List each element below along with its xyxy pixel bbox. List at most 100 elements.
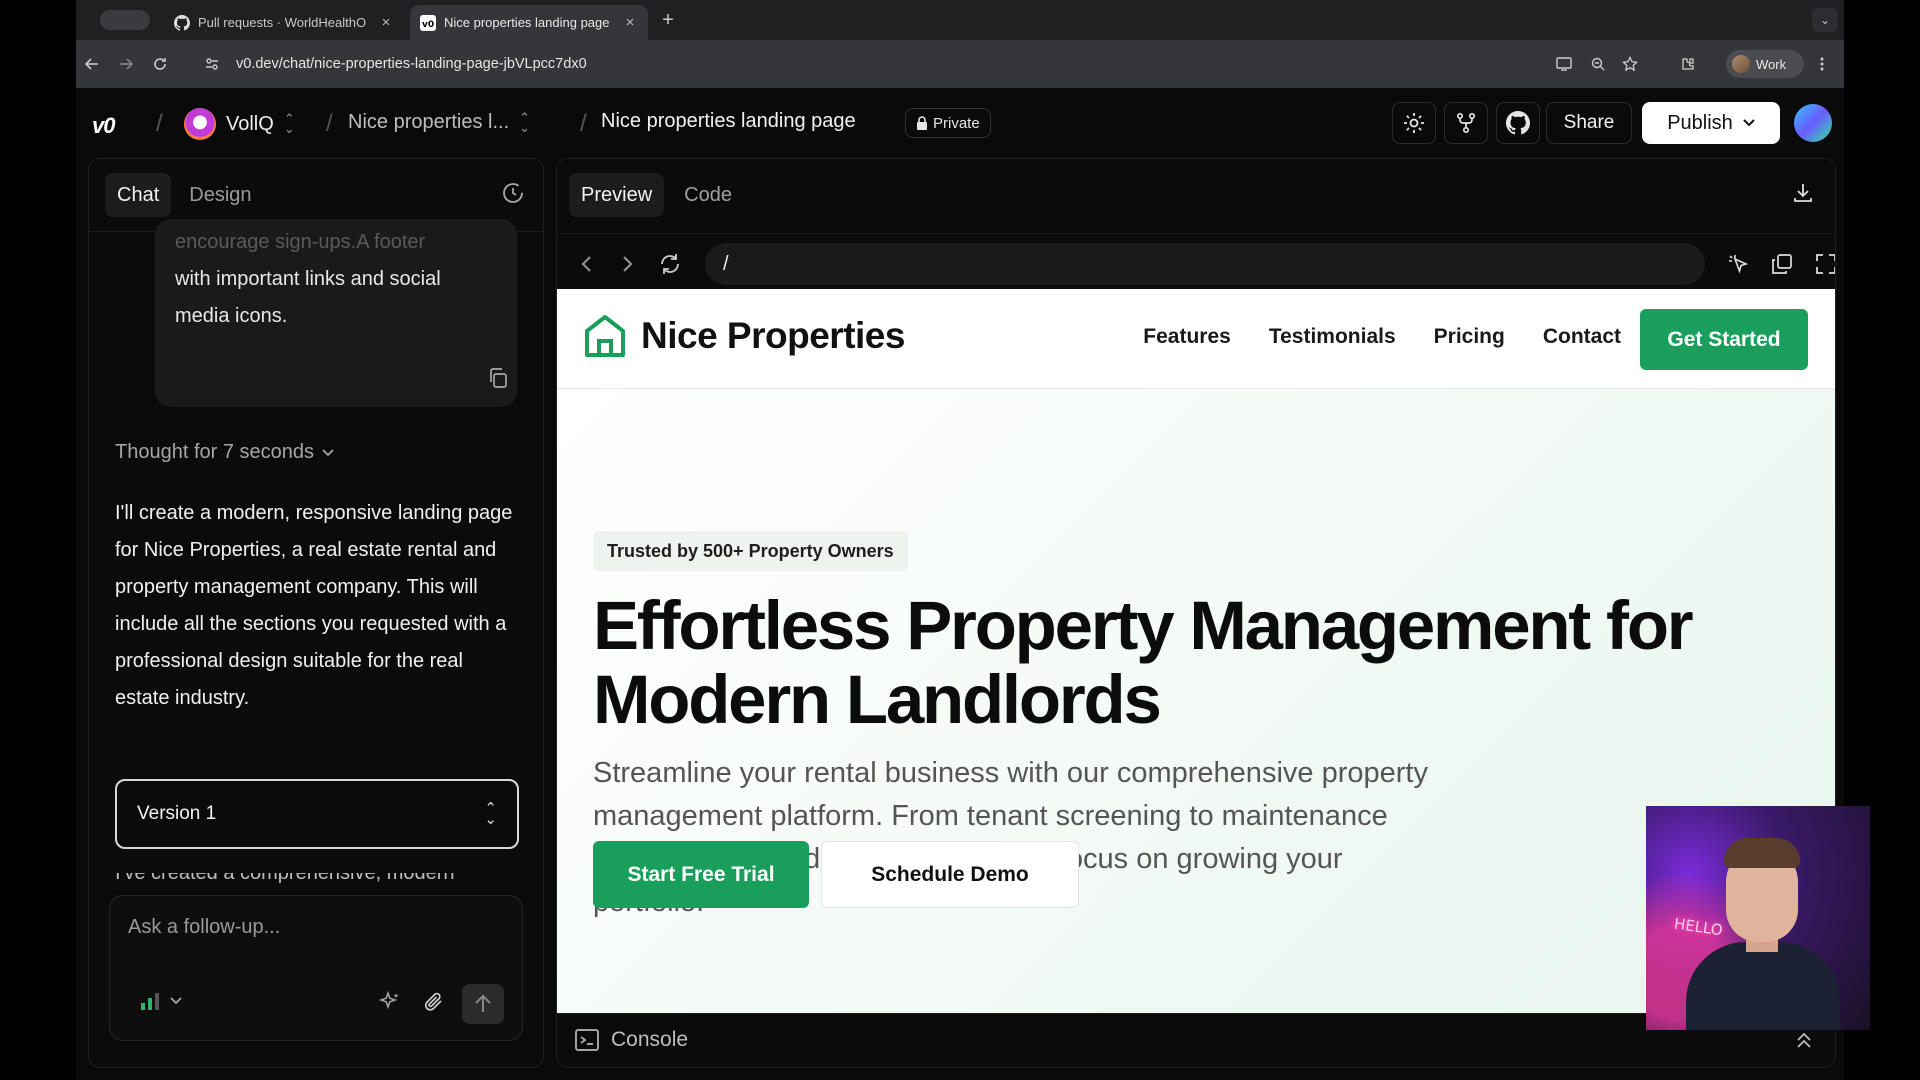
brand-name: Nice Properties (641, 315, 905, 356)
preview-forward-icon[interactable] (613, 249, 643, 279)
tab-search-button[interactable]: ⌄ (1812, 8, 1838, 32)
sparkle-icon[interactable] (372, 984, 408, 1020)
avatar (1732, 55, 1750, 73)
paperclip-icon[interactable] (416, 984, 452, 1020)
lock-icon (917, 116, 927, 130)
divider: / (580, 110, 587, 137)
divider: / (326, 110, 333, 137)
chevrons-up-icon[interactable] (1795, 1030, 1813, 1055)
console-bar[interactable]: Console (557, 1013, 1835, 1067)
publish-label: Publish (1667, 111, 1733, 134)
house-icon (585, 315, 625, 357)
version-select[interactable]: Version 1 ⌃ ⌄ (115, 779, 519, 849)
thought-toggle[interactable]: Thought for 7 seconds (115, 441, 334, 464)
project-name: Nice properties l... (348, 111, 510, 133)
browser-tab-v0[interactable]: v0 Nice properties landing page × (410, 5, 648, 40)
preview-back-icon[interactable] (571, 249, 601, 279)
preview-path-input[interactable]: / (705, 243, 1705, 285)
project-switcher[interactable]: Nice properties l... ⌃ ⌄ (348, 111, 530, 134)
get-started-button[interactable]: Get Started (1640, 309, 1808, 370)
address-bar[interactable]: v0.dev/chat/nice-properties-landing-page… (236, 40, 587, 88)
copy-icon[interactable] (487, 367, 509, 394)
nav-link-contact[interactable]: Contact (1543, 325, 1621, 349)
share-button[interactable]: Share (1546, 102, 1632, 144)
send-button[interactable] (462, 984, 504, 1024)
chat-composer (109, 895, 523, 1041)
site-settings-icon[interactable] (200, 52, 224, 76)
profile-button[interactable]: Work (1726, 50, 1804, 78)
tab-group-pill[interactable] (100, 10, 150, 30)
presenter-hair (1724, 838, 1800, 868)
chat-title[interactable]: Nice properties landing page (601, 110, 856, 133)
visibility-label: Private (933, 114, 980, 132)
close-tab-icon[interactable]: × (378, 14, 394, 31)
site-brand[interactable]: Nice Properties (583, 313, 905, 359)
reload-icon[interactable] (148, 52, 172, 76)
visibility-badge[interactable]: Private (905, 108, 991, 138)
chevron-down-icon (322, 448, 334, 456)
gear-icon (1404, 113, 1424, 133)
chat-panel: Chat Design encourage sign-ups.A footer … (88, 158, 544, 1068)
thought-label: Thought for 7 seconds (115, 441, 315, 463)
profile-label: Work (1756, 56, 1787, 72)
tab-design[interactable]: Design (177, 173, 263, 217)
console-toggle[interactable]: Console (575, 1028, 688, 1052)
console-label: Console (611, 1028, 689, 1051)
history-icon[interactable] (501, 181, 525, 210)
bookmark-star-icon[interactable] (1618, 52, 1642, 76)
tab-chat[interactable]: Chat (105, 173, 172, 217)
chevron-updown-icon: ⌃ ⌄ (283, 111, 295, 136)
tab-preview[interactable]: Preview (569, 173, 665, 217)
nav-link-features[interactable]: Features (1143, 325, 1231, 349)
download-icon[interactable] (1791, 181, 1815, 210)
follow-up-input[interactable] (128, 910, 498, 944)
schedule-demo-button[interactable]: Schedule Demo (821, 841, 1079, 908)
browser-menu-icon[interactable] (1810, 52, 1834, 76)
cast-icon[interactable] (1552, 52, 1576, 76)
chevron-down-icon (1743, 119, 1755, 127)
terminal-icon (575, 1029, 599, 1051)
forward-icon[interactable] (114, 52, 138, 76)
select-element-icon[interactable] (1723, 249, 1753, 279)
start-free-trial-button[interactable]: Start Free Trial (593, 841, 809, 908)
new-tab-button[interactable]: + (656, 8, 680, 32)
chevron-down-icon (170, 997, 182, 1005)
divider (557, 233, 1835, 234)
browser-tab-pull-requests[interactable]: Pull requests · WorldHealthO × (164, 5, 404, 40)
nav-link-pricing[interactable]: Pricing (1434, 325, 1505, 349)
open-new-window-icon[interactable] (1767, 249, 1797, 279)
close-tab-icon[interactable]: × (622, 14, 638, 31)
preview-tabs: Preview Code (569, 173, 744, 217)
presenter-body (1686, 942, 1840, 1030)
user-message-faded: encourage sign-ups.A footer (175, 231, 426, 253)
fullscreen-icon[interactable] (1811, 249, 1835, 279)
webcam-overlay: HELLO (1646, 806, 1870, 1030)
preview-viewport: Nice Properties Features Testimonials Pr… (557, 289, 1835, 1013)
nav-link-testimonials[interactable]: Testimonials (1269, 325, 1396, 349)
divider: / (156, 110, 163, 137)
chevron-updown-icon: ⌃ ⌄ (519, 109, 531, 135)
tab-code[interactable]: Code (672, 173, 744, 217)
assistant-message: I'll create a modern, responsive landing… (115, 502, 513, 709)
user-avatar[interactable] (1794, 104, 1832, 142)
assistant-message-cut: I've created a comprehensive, modern (115, 873, 523, 891)
github-button[interactable] (1496, 102, 1540, 144)
preview-reload-icon[interactable] (655, 249, 685, 279)
team-name: VollQ (226, 112, 274, 135)
extensions-icon[interactable] (1676, 52, 1700, 76)
zoom-icon[interactable] (1586, 52, 1610, 76)
github-icon (1506, 111, 1530, 135)
back-icon[interactable] (80, 52, 104, 76)
tab-strip: Pull requests · WorldHealthO × v0 Nice p… (76, 0, 1844, 40)
publish-button[interactable]: Publish (1642, 102, 1780, 144)
fork-button[interactable] (1444, 102, 1488, 144)
model-selector[interactable] (140, 992, 182, 1010)
team-switcher[interactable]: VollQ ⌃ ⌄ (184, 108, 295, 140)
v0-logo[interactable]: v0 (92, 113, 116, 139)
signal-bars-icon (141, 993, 159, 1010)
screen: Pull requests · WorldHealthO × v0 Nice p… (0, 0, 1920, 1080)
git-fork-icon (1456, 112, 1476, 134)
chevron-updown-icon: ⌃ ⌄ (484, 800, 497, 828)
tab-title: Nice properties landing page (444, 15, 610, 30)
settings-button[interactable] (1392, 102, 1436, 144)
